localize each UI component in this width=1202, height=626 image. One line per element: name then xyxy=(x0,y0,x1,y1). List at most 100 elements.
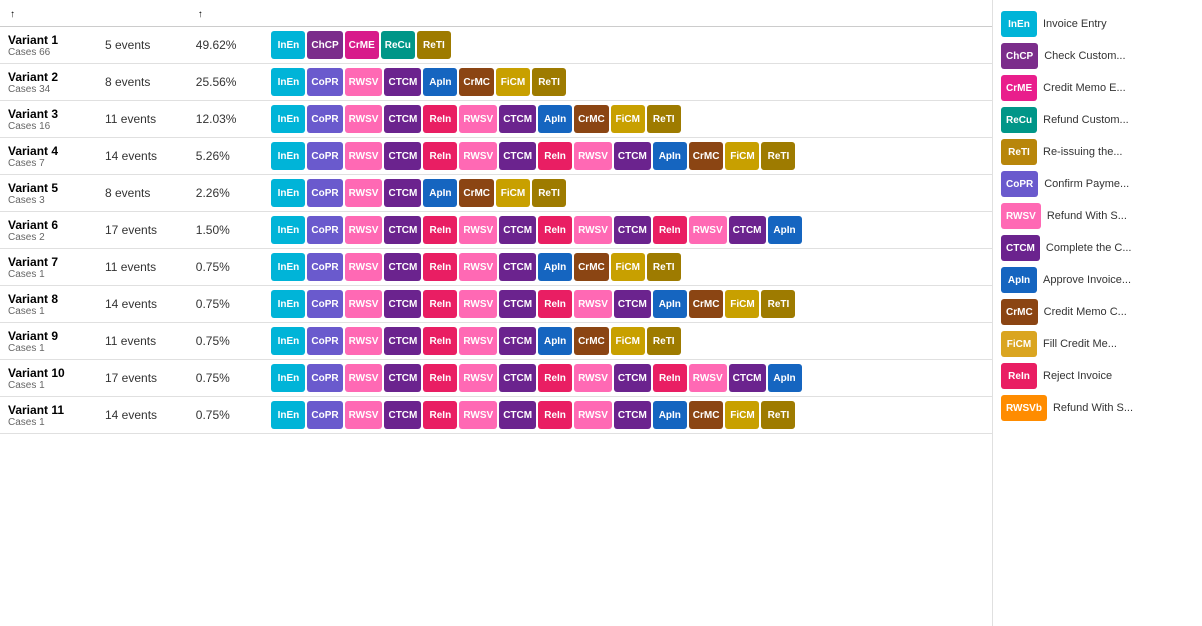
sequence-tag-ficm[interactable]: FiCM xyxy=(611,253,645,281)
sequence-tag-reti[interactable]: ReTI xyxy=(417,31,451,59)
sequence-tag-rwsv[interactable]: RWSV xyxy=(459,327,497,355)
sequence-tag-inen[interactable]: InEn xyxy=(271,253,305,281)
sequence-tag-crme[interactable]: CrME xyxy=(345,31,379,59)
sequence-tag-recu[interactable]: ReCu xyxy=(381,31,415,59)
sequence-tag-rwsv[interactable]: RWSV xyxy=(574,142,612,170)
table-row[interactable]: Variant 10Cases 117 events0.75%InEnCoPRR… xyxy=(0,360,992,397)
sequence-tag-rein[interactable]: ReIn xyxy=(423,290,457,318)
legend-item-rwsv[interactable]: RWSVRefund With S... xyxy=(997,200,1198,232)
sequence-tag-apin[interactable]: ApIn xyxy=(653,401,687,429)
legend-item-crme[interactable]: CrMECredit Memo E... xyxy=(997,72,1198,104)
sequence-tag-ctcm[interactable]: CTCM xyxy=(384,290,421,318)
sequence-tag-inen[interactable]: InEn xyxy=(271,68,305,96)
legend-item-recu[interactable]: ReCuRefund Custom... xyxy=(997,104,1198,136)
sequence-tag-ctcm[interactable]: CTCM xyxy=(499,364,536,392)
sequence-tag-rwsv[interactable]: RWSV xyxy=(345,105,383,133)
sequence-tag-apin[interactable]: ApIn xyxy=(653,290,687,318)
sequence-tag-copr[interactable]: CoPR xyxy=(307,327,342,355)
table-row[interactable]: Variant 3Cases 1611 events12.03%InEnCoPR… xyxy=(0,101,992,138)
sequence-tag-inen[interactable]: InEn xyxy=(271,290,305,318)
sequence-tag-rwsv[interactable]: RWSV xyxy=(574,290,612,318)
sequence-tag-apin[interactable]: ApIn xyxy=(768,216,802,244)
legend-item-rwsvb[interactable]: RWSVbRefund With S... xyxy=(997,392,1198,424)
sequence-tag-ctcm[interactable]: CTCM xyxy=(384,216,421,244)
sequence-tag-crmc[interactable]: CrMC xyxy=(574,253,609,281)
sequence-tag-rein[interactable]: ReIn xyxy=(423,142,457,170)
table-row[interactable]: Variant 1Cases 665 events49.62%InEnChCPC… xyxy=(0,27,992,64)
sequence-tag-inen[interactable]: InEn xyxy=(271,216,305,244)
sequence-tag-crmc[interactable]: CrMC xyxy=(459,68,494,96)
sequence-tag-rwsv[interactable]: RWSV xyxy=(345,253,383,281)
sequence-tag-rein[interactable]: ReIn xyxy=(538,401,572,429)
sequence-tag-apin[interactable]: ApIn xyxy=(538,253,572,281)
sequence-tag-ctcm[interactable]: CTCM xyxy=(384,105,421,133)
sequence-tag-rwsv[interactable]: RWSV xyxy=(574,216,612,244)
sequence-tag-copr[interactable]: CoPR xyxy=(307,68,342,96)
sequence-tag-crmc[interactable]: CrMC xyxy=(689,401,724,429)
sequence-tag-rwsv[interactable]: RWSV xyxy=(459,216,497,244)
sequence-tag-ctcm[interactable]: CTCM xyxy=(499,142,536,170)
sequence-tag-apin[interactable]: ApIn xyxy=(653,142,687,170)
sequence-tag-copr[interactable]: CoPR xyxy=(307,290,342,318)
sequence-tag-rein[interactable]: ReIn xyxy=(423,364,457,392)
sequence-tag-crmc[interactable]: CrMC xyxy=(689,142,724,170)
sequence-tag-rwsv[interactable]: RWSV xyxy=(574,401,612,429)
sequence-tag-copr[interactable]: CoPR xyxy=(307,105,342,133)
sequence-tag-rwsv[interactable]: RWSV xyxy=(459,142,497,170)
legend-item-copr[interactable]: CoPRConfirm Payme... xyxy=(997,168,1198,200)
header-events[interactable] xyxy=(97,0,188,27)
sequence-tag-ctcm[interactable]: CTCM xyxy=(499,290,536,318)
sequence-tag-ctcm[interactable]: CTCM xyxy=(384,253,421,281)
sequence-tag-ctcm[interactable]: CTCM xyxy=(499,327,536,355)
header-variant-name[interactable]: ↑ xyxy=(0,0,97,27)
sequence-tag-ctcm[interactable]: CTCM xyxy=(499,253,536,281)
sequence-tag-ctcm[interactable]: CTCM xyxy=(614,401,651,429)
sequence-tag-rein[interactable]: ReIn xyxy=(653,216,687,244)
sequence-tag-copr[interactable]: CoPR xyxy=(307,401,342,429)
sequence-tag-apin[interactable]: ApIn xyxy=(423,179,457,207)
sequence-tag-rwsv[interactable]: RWSV xyxy=(459,105,497,133)
sequence-tag-reti[interactable]: ReTI xyxy=(647,105,681,133)
sequence-tag-ctcm[interactable]: CTCM xyxy=(384,327,421,355)
legend-item-ctcm[interactable]: CTCMComplete the C... xyxy=(997,232,1198,264)
sequence-tag-ctcm[interactable]: CTCM xyxy=(384,142,421,170)
sequence-tag-ctcm[interactable]: CTCM xyxy=(384,68,421,96)
table-row[interactable]: Variant 6Cases 217 events1.50%InEnCoPRRW… xyxy=(0,212,992,249)
legend-item-crmc[interactable]: CrMCCredit Memo C... xyxy=(997,296,1198,328)
sequence-tag-apin[interactable]: ApIn xyxy=(768,364,802,392)
sequence-tag-copr[interactable]: CoPR xyxy=(307,364,342,392)
sequence-tag-reti[interactable]: ReTI xyxy=(532,179,566,207)
sequence-tag-rwsv[interactable]: RWSV xyxy=(345,401,383,429)
sequence-tag-ficm[interactable]: FiCM xyxy=(725,290,759,318)
sequence-tag-ctcm[interactable]: CTCM xyxy=(614,142,651,170)
sequence-tag-ctcm[interactable]: CTCM xyxy=(499,401,536,429)
sequence-tag-apin[interactable]: ApIn xyxy=(423,68,457,96)
sequence-tag-crmc[interactable]: CrMC xyxy=(689,290,724,318)
sequence-tag-rein[interactable]: ReIn xyxy=(423,105,457,133)
sequence-tag-reti[interactable]: ReTI xyxy=(532,68,566,96)
sequence-tag-apin[interactable]: ApIn xyxy=(538,105,572,133)
sequence-tag-inen[interactable]: InEn xyxy=(271,142,305,170)
sequence-tag-crmc[interactable]: CrMC xyxy=(574,105,609,133)
legend-item-chcp[interactable]: ChCPCheck Custom... xyxy=(997,40,1198,72)
legend-item-apin[interactable]: ApInApprove Invoice... xyxy=(997,264,1198,296)
sequence-tag-rwsv[interactable]: RWSV xyxy=(689,216,727,244)
table-row[interactable]: Variant 8Cases 114 events0.75%InEnCoPRRW… xyxy=(0,286,992,323)
sequence-tag-inen[interactable]: InEn xyxy=(271,31,305,59)
sequence-tag-ctcm[interactable]: CTCM xyxy=(384,401,421,429)
sequence-tag-rwsv[interactable]: RWSV xyxy=(574,364,612,392)
sequence-tag-ctcm[interactable]: CTCM xyxy=(614,290,651,318)
table-row[interactable]: Variant 4Cases 714 events5.26%InEnCoPRRW… xyxy=(0,138,992,175)
sequence-tag-rein[interactable]: ReIn xyxy=(538,216,572,244)
sequence-tag-ctcm[interactable]: CTCM xyxy=(499,105,536,133)
sequence-tag-rein[interactable]: ReIn xyxy=(423,401,457,429)
sequence-tag-ctcm[interactable]: CTCM xyxy=(614,364,651,392)
sequence-tag-inen[interactable]: InEn xyxy=(271,401,305,429)
sequence-tag-copr[interactable]: CoPR xyxy=(307,142,342,170)
sequence-tag-ctcm[interactable]: CTCM xyxy=(384,179,421,207)
sequence-tag-rein[interactable]: ReIn xyxy=(423,327,457,355)
sequence-tag-ficm[interactable]: FiCM xyxy=(725,401,759,429)
sequence-tag-ctcm[interactable]: CTCM xyxy=(614,216,651,244)
sequence-tag-ficm[interactable]: FiCM xyxy=(611,105,645,133)
variants-table-container[interactable]: ↑ ↑ Variant 1Cases 665 events49.62%InEnC… xyxy=(0,0,992,626)
